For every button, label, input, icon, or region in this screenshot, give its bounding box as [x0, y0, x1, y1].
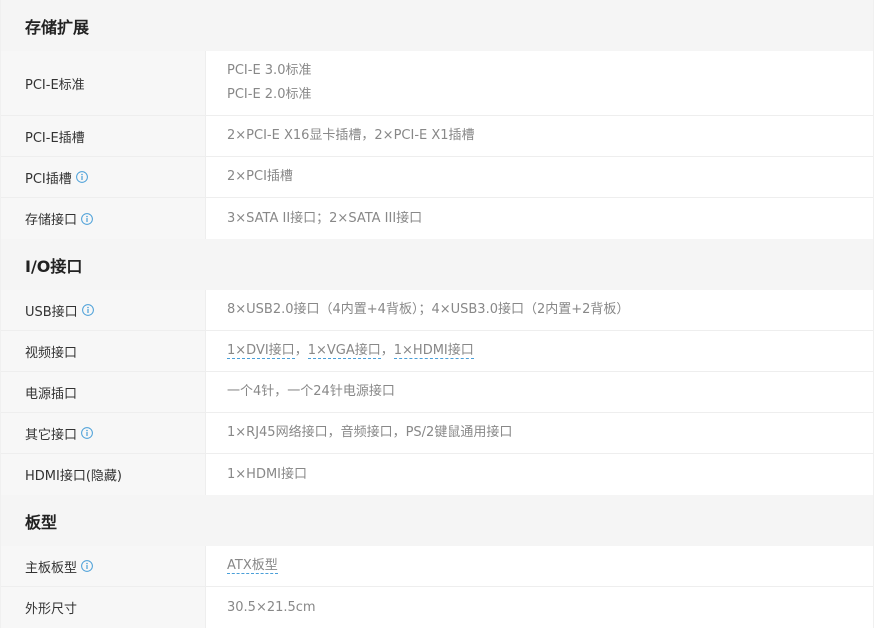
section-header-storage: 存储扩展: [1, 0, 873, 51]
spec-label: 电源插口: [25, 386, 78, 402]
link-separator: ，: [380, 343, 394, 358]
spec-link-hdmi[interactable]: 1×HDMI接口: [393, 343, 474, 359]
spec-label: PCI插槽: [25, 171, 72, 187]
spec-row-other-ports: 其它接口 1×RJ45网络接口，音频接口，PS/2键鼠通用接口: [1, 413, 873, 454]
spec-label: PCI-E标准: [25, 77, 85, 93]
spec-value: 一个4针，一个24针电源接口: [227, 384, 395, 399]
spec-value: 3×SATA II接口；2×SATA III接口: [227, 210, 423, 226]
spec-row-storage-interface: 存储接口 3×SATA II接口；2×SATA III接口: [1, 198, 873, 239]
spec-value: PCI-E 2.0标准: [227, 87, 312, 102]
section-title: I/O接口: [25, 256, 83, 276]
info-circle-icon[interactable]: [81, 427, 93, 439]
spec-label: USB接口: [25, 304, 78, 320]
spec-row-video: 视频接口 1×DVI接口，1×VGA接口，1×HDMI接口: [1, 331, 873, 372]
spec-link-vga[interactable]: 1×VGA接口: [307, 343, 381, 359]
spec-value: 2×PCI-E X16显卡插槽，2×PCI-E X1插槽: [227, 128, 475, 143]
spec-value: 1×RJ45网络接口，音频接口，PS/2键鼠通用接口: [227, 425, 513, 440]
spec-label: 视频接口: [25, 345, 78, 361]
spec-row-pci-slot: PCI插槽 2×PCI插槽: [1, 157, 873, 198]
spec-row-power: 电源插口 一个4针，一个24针电源接口: [1, 372, 873, 413]
link-separator: ，: [294, 343, 308, 358]
section-header-io: I/O接口: [1, 239, 873, 290]
info-circle-icon[interactable]: [81, 212, 93, 225]
spec-row-dimensions: 外形尺寸 30.5×21.5cm: [1, 587, 873, 628]
spec-label: 存储接口: [25, 213, 78, 228]
spec-label: PCI-E插槽: [25, 130, 85, 146]
spec-table: 存储扩展 PCI-E标准 PCI-E 3.0标准 PCI-E 2.0标准 PCI…: [0, 0, 874, 628]
spec-value: 2×PCI插槽: [227, 169, 293, 184]
spec-label: 主板板型: [25, 560, 78, 576]
spec-row-pcie-standard: PCI-E标准 PCI-E 3.0标准 PCI-E 2.0标准: [1, 51, 873, 116]
spec-label: 外形尺寸: [25, 602, 78, 617]
info-circle-icon[interactable]: [81, 304, 94, 316]
section-title: 存储扩展: [25, 17, 90, 37]
spec-row-board-type: 主板板型 ATX板型: [1, 546, 873, 587]
spec-value: 30.5×21.5cm: [227, 599, 316, 615]
spec-label: 其它接口: [25, 427, 78, 443]
spec-row-hdmi-hidden: HDMI接口(隐藏) 1×HDMI接口: [1, 454, 873, 495]
section-header-form-factor: 板型: [1, 495, 873, 546]
spec-row-pcie-slot: PCI-E插槽 2×PCI-E X16显卡插槽，2×PCI-E X1插槽: [1, 116, 873, 157]
spec-link-dvi[interactable]: 1×DVI接口: [227, 343, 295, 359]
spec-row-usb: USB接口 8×USB2.0接口（4内置+4背板）；4×USB3.0接口（2内置…: [1, 290, 873, 331]
info-circle-icon[interactable]: [81, 560, 93, 572]
spec-value: 1×HDMI接口: [227, 466, 307, 482]
spec-value: PCI-E 3.0标准: [227, 63, 312, 78]
info-circle-icon[interactable]: [75, 171, 88, 183]
spec-link-atx[interactable]: ATX板型: [227, 558, 278, 574]
spec-value: 8×USB2.0接口（4内置+4背板）；4×USB3.0接口（2内置+2背板）: [227, 302, 630, 317]
spec-label: HDMI接口(隐藏): [25, 469, 122, 484]
section-title: 板型: [25, 512, 58, 532]
